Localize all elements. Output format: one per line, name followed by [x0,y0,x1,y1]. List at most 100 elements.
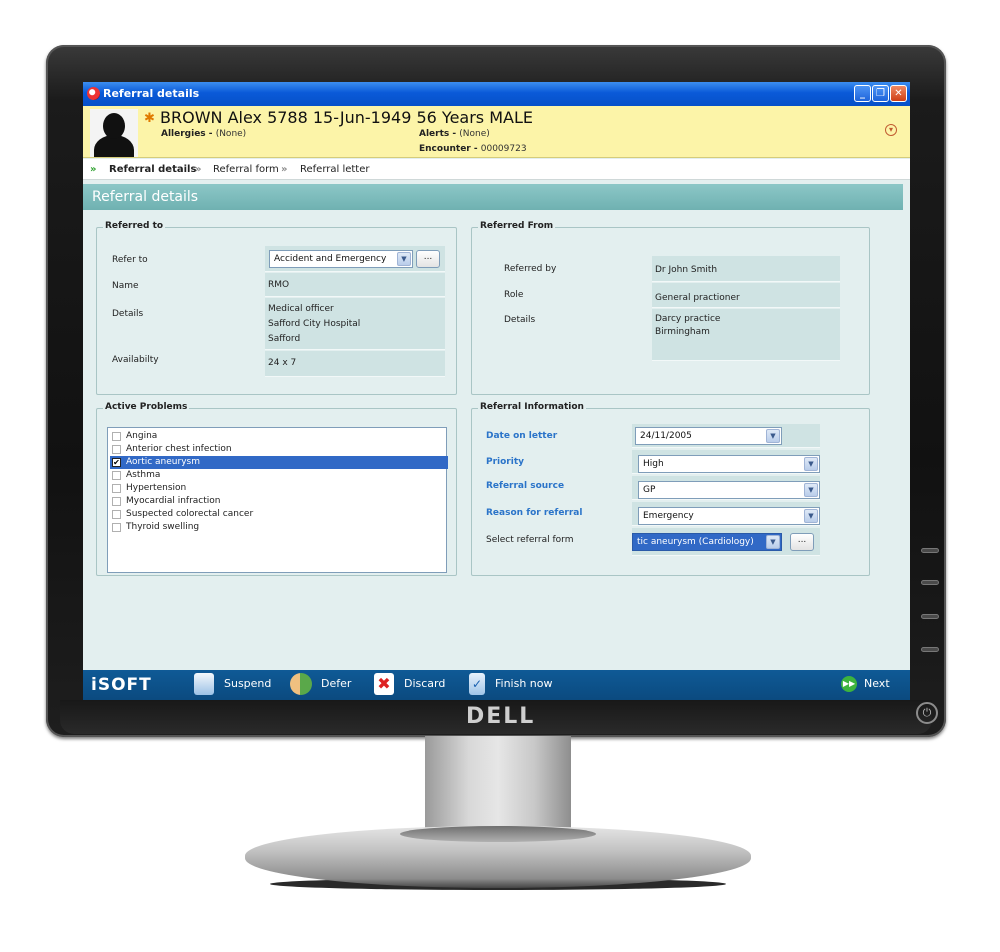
app-icon [87,87,100,100]
problems-list[interactable]: Angina Anterior chest infection ✔ Aortic … [107,427,448,573]
problem-item[interactable]: Thyroid swelling [110,521,448,534]
problem-item-selected[interactable]: ✔ Aortic aneurysm [110,456,448,469]
form-value: tic aneurysm (Cardiology) [637,537,754,547]
referral-form-browse-button[interactable]: ... [790,533,814,551]
breadcrumb-referral-letter[interactable]: Referral letter [300,164,370,175]
problem-checkbox[interactable] [112,471,121,480]
problem-item[interactable]: Asthma [110,469,448,482]
refer-to-select[interactable]: Accident and Emergency ▼ [269,250,413,268]
minimize-button[interactable]: _ [854,85,871,102]
problem-checkbox[interactable] [112,445,121,454]
details-label: Details [112,309,144,319]
finish-icon[interactable]: ✓ [469,673,485,695]
next-icon[interactable]: ▶▶ [841,676,857,692]
expand-banner-icon[interactable]: ▾ [885,124,897,136]
problem-item[interactable]: Angina [110,430,448,443]
breadcrumb-arrow-icon: » [90,164,97,175]
close-button[interactable]: ✕ [890,85,907,102]
power-icon[interactable]: ⏻ [916,702,938,724]
refer-to-browse-button[interactable]: ... [416,250,440,268]
referred-from-panel: Referred From Referred by Dr John Smith … [471,221,870,395]
details-line: Safford City Hospital [268,319,361,329]
defer-button[interactable]: Defer [321,677,351,690]
problem-item[interactable]: Suspected colorectal cancer [110,508,448,521]
section-title: Referral details [83,184,903,210]
screen: Referral details _ ❐ ✕ ✱ BROWN Alex 5788… [83,82,910,700]
suspend-icon[interactable] [194,673,214,695]
patient-avatar [90,109,138,157]
problem-item[interactable]: Myocardial infraction [110,495,448,508]
referral-form-select[interactable]: tic aneurysm (Cardiology) ▼ [632,533,782,551]
breadcrumb-referral-details[interactable]: Referral details [109,164,196,175]
discard-icon[interactable]: ✖ [374,673,394,695]
problem-checkbox[interactable] [112,484,121,493]
referral-info-panel: Referral Information Date on letter 24/1… [471,402,870,576]
stage: DELL ⏻ Referral details _ ❐ ✕ ✱ BROWN Al… [0,0,1000,952]
monitor-side-button[interactable] [921,614,939,619]
active-problems-legend: Active Problems [103,402,190,412]
date-on-letter-picker[interactable]: 24/11/2005 ▼ [635,427,782,445]
from-details-label: Details [504,315,536,325]
discard-button[interactable]: Discard [404,677,445,690]
breadcrumb-arrow-icon: » [195,164,202,175]
date-value: 24/11/2005 [640,431,692,441]
chevron-down-icon[interactable]: ▼ [766,429,780,443]
refer-to-label: Refer to [112,255,148,265]
priority-select[interactable]: High ▼ [638,455,820,473]
next-button[interactable]: Next [864,677,890,690]
defer-icon[interactable] [290,673,312,695]
window-titlebar: Referral details _ ❐ ✕ [83,82,910,106]
reason-label: Reason for referral [486,508,583,518]
chevron-down-icon[interactable]: ▼ [804,509,818,523]
from-details-line: Birmingham [655,327,710,337]
encounter-row: Encounter - 00009723 [419,144,527,154]
reason-select[interactable]: Emergency ▼ [638,507,820,525]
encounter-label: Encounter - [419,144,478,154]
monitor-side-button[interactable] [921,580,939,585]
breadcrumb-referral-form[interactable]: Referral form [213,164,279,175]
restore-button[interactable]: ❐ [872,85,889,102]
suspend-button[interactable]: Suspend [224,677,271,690]
availability-value: 24 x 7 [265,351,445,377]
bottom-taskbar: iSOFT Suspend Defer ✖ Discard ✓ Finish n… [83,670,910,700]
alerts-label: Alerts - [419,129,457,139]
active-problems-panel: Active Problems Angina Anterior chest in… [96,402,457,576]
problem-checkbox[interactable] [112,510,121,519]
patient-name: BROWN Alex 5788 15-Jun-1949 56 Years MAL… [160,108,533,127]
details-line: Medical officer [268,304,334,314]
chevron-down-icon[interactable]: ▼ [766,535,780,549]
monitor-side-button[interactable] [921,647,939,652]
priority-label: Priority [486,457,524,467]
alerts-row: Alerts - (None) [419,129,490,139]
allergies-value: (None) [215,129,247,139]
chevron-down-icon[interactable]: ▼ [804,483,818,497]
problem-item[interactable]: Hypertension [110,482,448,495]
problem-checkbox[interactable] [112,497,121,506]
referred-from-legend: Referred From [478,221,556,231]
problem-item[interactable]: Anterior chest infection [110,443,448,456]
referral-info-legend: Referral Information [478,402,586,412]
referred-by-value: Dr John Smith [652,256,840,282]
referral-source-select[interactable]: GP ▼ [638,481,820,499]
monitor-side-button[interactable] [921,548,939,553]
name-value: RMO [265,273,445,297]
priority-value: High [643,459,664,469]
date-label: Date on letter [486,431,558,441]
name-label: Name [112,281,139,291]
source-value: GP [643,485,656,495]
problem-checkbox-checked[interactable]: ✔ [112,458,121,467]
referred-by-label: Referred by [504,264,557,274]
reason-value: Emergency [643,511,694,521]
breadcrumb: » Referral details » Referral form » Ref… [83,159,910,180]
monitor-brand-logo: DELL [466,704,536,729]
source-label: Referral source [486,481,565,491]
role-value: General practioner [652,283,840,308]
details-line: Safford [268,334,301,344]
from-details-line: Darcy practice [655,314,721,324]
chevron-down-icon[interactable]: ▼ [397,252,411,266]
finish-now-button[interactable]: Finish now [495,677,553,690]
problem-checkbox[interactable] [112,432,121,441]
chevron-down-icon[interactable]: ▼ [804,457,818,471]
problem-checkbox[interactable] [112,523,121,532]
referred-to-legend: Referred to [103,221,166,231]
